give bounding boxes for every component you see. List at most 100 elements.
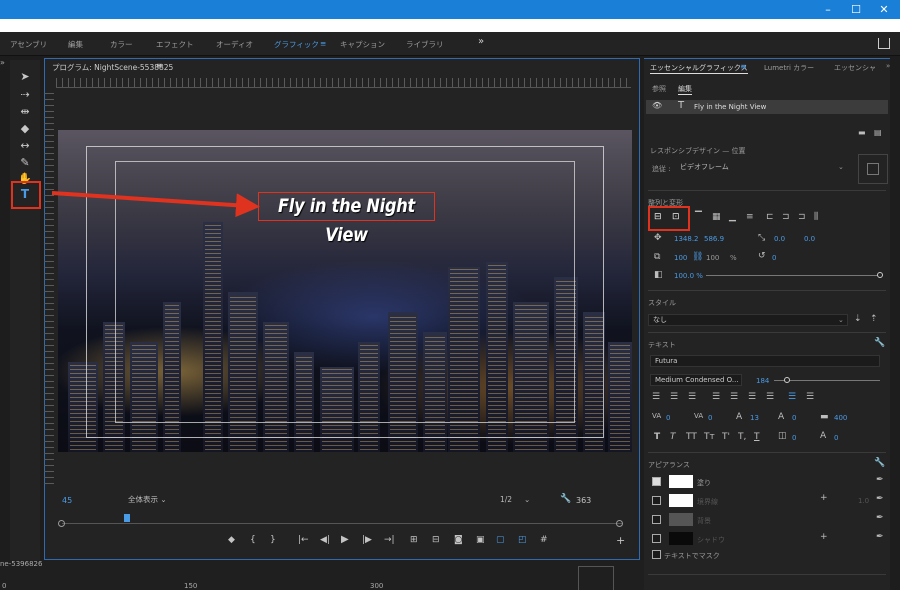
underline-button[interactable]: T <box>754 432 760 442</box>
tracking-value[interactable]: 0 <box>666 414 670 422</box>
pin-to-widget[interactable] <box>858 154 888 184</box>
distribute-horizontal-icon[interactable]: ⫼ <box>814 212 818 222</box>
align-horizontal-center-icon[interactable]: ⊡ <box>672 212 680 222</box>
shadow-checkbox[interactable] <box>652 534 661 543</box>
workspace-menu-icon[interactable]: ≡ <box>320 39 326 48</box>
fill-eyedropper-icon[interactable]: ✒ <box>876 475 884 485</box>
slip-tool-icon[interactable]: ↔ <box>16 139 34 153</box>
rotation-value[interactable]: 0 <box>772 254 776 262</box>
export-frame-icon[interactable]: ◙ <box>454 535 463 545</box>
fill-checkbox[interactable] <box>652 477 661 486</box>
playhead-timecode[interactable]: 45 <box>62 496 72 505</box>
follow-select-chevron-icon[interactable]: ⌄ <box>838 163 844 171</box>
faux-bold-button[interactable]: T <box>654 432 660 442</box>
align-text-center-icon[interactable]: ☰ <box>670 392 678 402</box>
align-right-icon[interactable]: ⊐ <box>798 212 806 222</box>
shadow-eyedropper-icon[interactable]: ✒ <box>876 532 884 542</box>
workspace-captions[interactable]: キャプション <box>340 39 385 50</box>
justify-left-icon[interactable]: ☰ <box>712 392 720 402</box>
stroke-width-value[interactable]: 1.0 <box>858 497 869 505</box>
visibility-eye-icon[interactable]: 👁 <box>652 101 662 110</box>
ruby-value[interactable]: 0 <box>834 434 838 442</box>
align-bottom-icon[interactable]: ▁ <box>729 212 736 222</box>
workspace-audio[interactable]: オーディオ <box>216 39 253 50</box>
style-select[interactable]: なし <box>648 314 848 326</box>
workspace-graphics[interactable]: グラフィック <box>274 39 319 50</box>
pin-center-box[interactable] <box>867 163 879 175</box>
workspace-effects[interactable]: エフェクト <box>156 39 194 50</box>
new-folder-icon[interactable]: ▬ <box>858 128 866 137</box>
opacity-slider-handle[interactable] <box>877 272 883 278</box>
lift-icon[interactable]: ⊞ <box>410 535 418 545</box>
tsume-value[interactable]: 0 <box>792 434 796 442</box>
font-family-select[interactable]: Futura <box>650 355 880 367</box>
small-caps-button[interactable]: Tт <box>704 432 715 442</box>
close-button[interactable]: ✕ <box>870 2 898 17</box>
font-size-slider-handle[interactable] <box>784 377 790 383</box>
go-to-out-icon[interactable]: →| <box>384 535 395 545</box>
faux-italic-button[interactable]: T <box>670 432 676 442</box>
text-wrench-icon[interactable]: 🔧 <box>874 338 885 348</box>
settings-wrench-icon[interactable]: 🔧 <box>560 494 571 504</box>
align-center-icon[interactable]: ⊐ <box>782 212 790 222</box>
minimize-button[interactable]: – <box>814 2 842 17</box>
workspace-assembly[interactable]: アセンブリ <box>10 39 47 50</box>
align-text-right-icon[interactable]: ☰ <box>688 392 696 402</box>
scale-height[interactable]: 100 <box>706 254 719 262</box>
tab-lumetri-color[interactable]: Lumetri カラー <box>764 63 814 73</box>
stroke-color-swatch[interactable] <box>669 494 693 507</box>
ripple-edit-tool-icon[interactable]: ⇹ <box>16 105 34 119</box>
play-icon[interactable]: ▶ <box>341 534 349 545</box>
appearance-wrench-icon[interactable]: 🔧 <box>874 458 885 468</box>
position-x[interactable]: 1348.2 <box>674 235 699 243</box>
background-eyedropper-icon[interactable]: ✒ <box>876 513 884 523</box>
follow-select[interactable]: ビデオフレーム <box>676 162 850 174</box>
subscript-button[interactable]: T, <box>738 432 746 442</box>
opacity-value[interactable]: 100.0 % <box>674 272 703 280</box>
opacity-slider[interactable] <box>706 275 880 276</box>
justify-right-icon[interactable]: ☰ <box>748 392 756 402</box>
maximize-button[interactable]: ☐ <box>842 2 870 17</box>
zoom-select[interactable]: 全体表示 ⌄ <box>128 494 178 506</box>
stroke-checkbox[interactable] <box>652 496 661 505</box>
font-size-value[interactable]: 184 <box>756 377 769 385</box>
style-select-chevron-icon[interactable]: ⌄ <box>838 316 844 324</box>
anchor-x[interactable]: 0.0 <box>774 235 785 243</box>
tab-width-value[interactable]: 400 <box>834 414 847 422</box>
razor-tool-icon[interactable]: ◆ <box>16 122 34 136</box>
safe-margins-icon[interactable]: ▢ <box>496 535 505 545</box>
stroke-eyedropper-icon[interactable]: ✒ <box>876 494 884 504</box>
baseline-value[interactable]: 0 <box>792 414 796 422</box>
tab-essential-other[interactable]: エッセンシャ <box>834 63 876 73</box>
share-icon[interactable] <box>878 38 890 49</box>
align-text-top-icon[interactable]: ☰ <box>788 392 796 402</box>
anchor-y[interactable]: 0.0 <box>804 235 815 243</box>
all-caps-button[interactable]: TT <box>686 432 697 442</box>
new-layer-icon[interactable]: ▤ <box>874 128 882 137</box>
title-text-bounding-box[interactable] <box>258 192 435 221</box>
push-style-icon[interactable]: ⇣ <box>854 314 862 324</box>
pull-style-icon[interactable]: ⇡ <box>870 314 878 324</box>
kerning-value[interactable]: 0 <box>708 414 712 422</box>
layer-name[interactable]: Fly in the Night View <box>694 103 766 111</box>
background-color-swatch[interactable] <box>669 513 693 526</box>
add-stroke-icon[interactable]: + <box>820 493 828 503</box>
subtab-browse[interactable]: 参照 <box>652 84 666 94</box>
layer-row[interactable]: 👁 T Fly in the Night View <box>646 100 888 114</box>
transparency-grid-icon[interactable]: ◰ <box>518 535 527 545</box>
panel-overflow-icon[interactable]: » <box>886 62 890 70</box>
align-middle-icon[interactable]: ▦ <box>712 212 721 222</box>
align-text-left-icon[interactable]: ☰ <box>652 392 660 402</box>
tab-essential-graphics[interactable]: エッセンシャルグラフィックス <box>650 63 748 74</box>
program-menu-icon[interactable]: ≡ <box>156 61 163 70</box>
superscript-button[interactable]: T' <box>722 432 730 442</box>
selection-tool-icon[interactable]: ➤ <box>16 70 34 84</box>
scrub-end-handle[interactable] <box>616 520 623 527</box>
mark-out-icon[interactable]: } <box>270 535 276 545</box>
comparison-view-icon[interactable]: ▣ <box>476 535 485 545</box>
marker-icon[interactable]: ◆ <box>228 535 235 545</box>
go-to-in-icon[interactable]: |← <box>298 535 309 545</box>
position-y[interactable]: 586.9 <box>704 235 724 243</box>
align-vertical-center-icon[interactable]: ⊟ <box>654 212 662 222</box>
playhead-marker[interactable] <box>124 514 130 522</box>
